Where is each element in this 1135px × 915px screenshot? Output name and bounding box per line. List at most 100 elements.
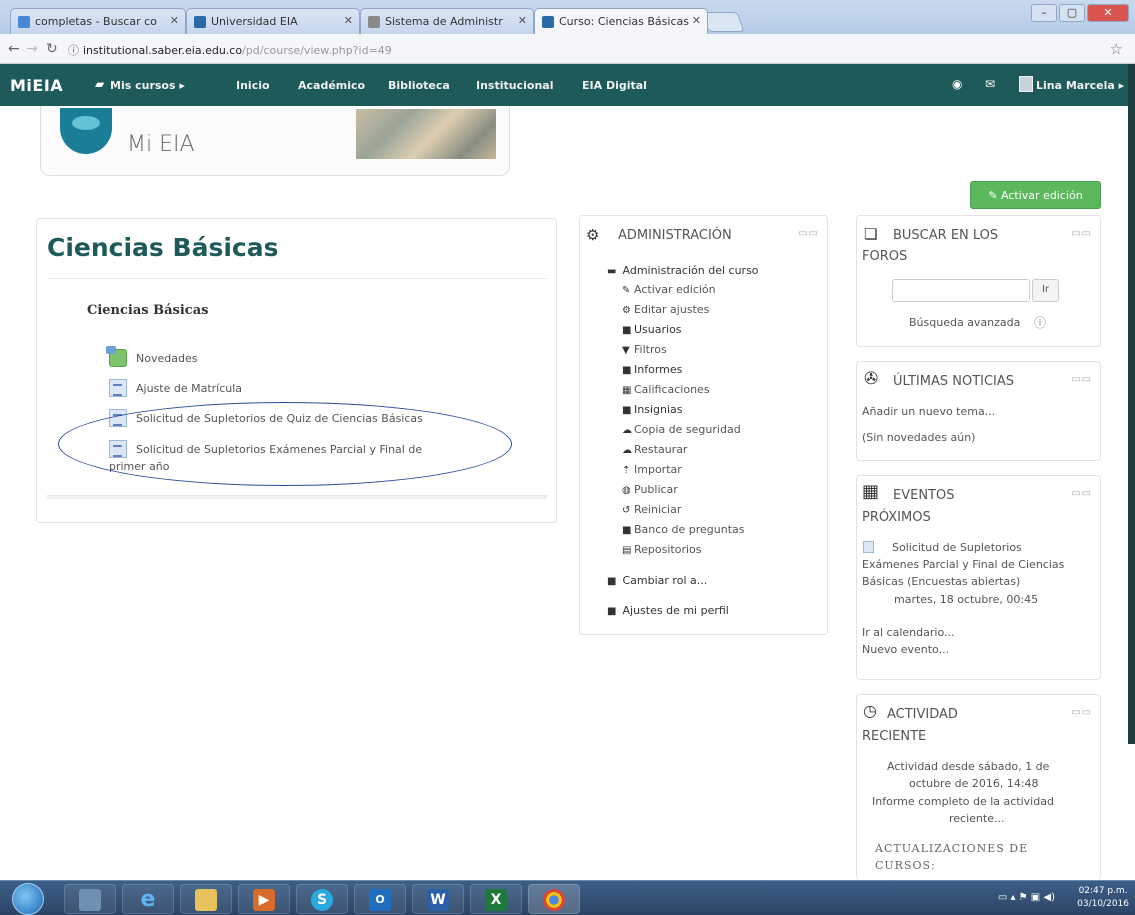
recent-activity-block: ◷ ACTIVIDAD RECIENTE ▭▭ Actividad desde …: [856, 694, 1101, 880]
tree-item[interactable]: ◍ Publicar: [622, 483, 678, 496]
library-icon: [79, 889, 101, 911]
globe-icon: ◍: [622, 485, 631, 496]
go-to-calendar-link[interactable]: Ir al calendario...: [862, 626, 954, 639]
block-controls-icon[interactable]: ▭▭: [1071, 488, 1092, 499]
block-controls-icon[interactable]: ▭▭: [798, 228, 819, 239]
folder-open-icon: ▬: [607, 266, 617, 277]
avatar[interactable]: [1019, 76, 1033, 92]
block-controls-icon[interactable]: ▭▭: [1071, 228, 1092, 239]
taskbar-app[interactable]: S: [296, 884, 348, 914]
tree-item[interactable]: ■ Usuarios: [622, 323, 682, 336]
feedback-icon: [109, 379, 127, 397]
start-button[interactable]: [12, 883, 44, 915]
browser-tab[interactable]: Universidad EIA ✕: [186, 8, 360, 34]
activity-since-line2: octubre de 2016, 14:48: [909, 777, 1039, 790]
block-title: ADMINISTRACIÓN: [618, 228, 732, 243]
close-tab-icon[interactable]: ✕: [518, 14, 527, 27]
forum-search-button[interactable]: Ir: [1032, 279, 1059, 302]
browser-tab-active[interactable]: Curso: Ciencias Básicas ✕: [534, 8, 708, 34]
course-updates-heading: ACTUALIZACIONES DE: [875, 842, 1029, 855]
settings-circle-icon[interactable]: ◉: [952, 77, 962, 91]
activate-editing-button[interactable]: ✎ Activar edición: [970, 181, 1101, 209]
tree-item-profile-settings[interactable]: ■ Ajustes de mi perfil: [607, 604, 729, 617]
forward-arrow-icon[interactable]: →: [26, 41, 38, 57]
tree-item[interactable]: ⚙ Editar ajustes: [622, 303, 709, 316]
tree-item[interactable]: ■ Banco de preguntas: [622, 523, 745, 536]
tree-item[interactable]: ▼ Filtros: [622, 343, 667, 356]
highlight-annotation: [58, 402, 512, 486]
event-link-line3[interactable]: Básicas (Encuestas abiertas): [862, 575, 1020, 588]
nav-item-academico[interactable]: Académico: [298, 79, 365, 92]
outlook-icon: O: [369, 889, 391, 911]
my-courses-menu[interactable]: Mis cursos ▸: [110, 79, 185, 92]
upcoming-events-block: ▦ EVENTOS PRÓXIMOS ▭▭ Solicitud de Suple…: [856, 475, 1101, 680]
latest-news-block: ✇ ÚLTIMAS NOTICIAS ▭▭ Añadir un nuevo te…: [856, 361, 1101, 461]
minimize-icon[interactable]: –: [1031, 4, 1057, 22]
block-controls-icon[interactable]: ▭▭: [1071, 707, 1092, 718]
system-clock[interactable]: 02:47 p.m. 03/10/2016: [1077, 885, 1129, 911]
tree-item-switch-role[interactable]: ■ Cambiar rol a...: [607, 574, 707, 587]
event-link[interactable]: Solicitud de Supletorios: [892, 541, 1022, 554]
close-window-icon[interactable]: ✕: [1087, 4, 1129, 22]
folder-icon: ■: [622, 325, 632, 336]
taskbar-app[interactable]: O: [354, 884, 406, 914]
block-title: EVENTOS: [893, 488, 955, 503]
section-divider: [47, 495, 547, 499]
url-input[interactable]: ⓘ institutional.saber.eia.edu.co/pd/cours…: [68, 39, 1108, 59]
tree-item[interactable]: ⇡ Importar: [622, 463, 682, 476]
system-tray[interactable]: ▭ ▴ ⚑ ▣ ◀): [998, 892, 1055, 903]
grades-icon: ▦: [622, 385, 632, 396]
close-tab-icon[interactable]: ✕: [692, 14, 701, 27]
user-menu[interactable]: Lina Marcela ▸: [1036, 79, 1124, 92]
block-controls-icon[interactable]: ▭▭: [1071, 374, 1092, 385]
backup-icon: ☁: [622, 425, 632, 436]
nav-item-inicio[interactable]: Inicio: [236, 79, 270, 92]
file-explorer-icon: [195, 889, 217, 911]
taskbar-app[interactable]: [64, 884, 116, 914]
close-tab-icon[interactable]: ✕: [344, 14, 353, 27]
page-scrollbar[interactable]: [1128, 64, 1135, 744]
tree-item[interactable]: ▦ Calificaciones: [622, 383, 710, 396]
messages-icon[interactable]: ✉: [985, 77, 995, 91]
add-topic-link[interactable]: Añadir un nuevo tema...: [862, 405, 995, 418]
full-report-link[interactable]: Informe completo de la actividad: [872, 795, 1054, 808]
taskbar-app[interactable]: X: [470, 884, 522, 914]
tree-item[interactable]: ■ Informes: [622, 363, 682, 376]
activity-link[interactable]: Novedades: [136, 352, 197, 365]
address-bar-row: ← → ↻ ⓘ institutional.saber.eia.edu.co/pd…: [0, 34, 1135, 64]
browser-tab[interactable]: Sistema de Administr ✕: [360, 8, 534, 34]
back-arrow-icon[interactable]: ←: [8, 41, 20, 57]
tree-item[interactable]: ☁ Restaurar: [622, 443, 687, 456]
advanced-search-link[interactable]: Búsqueda avanzada: [909, 316, 1020, 329]
event-link-line2[interactable]: Exámenes Parcial y Final de Ciencias: [862, 558, 1064, 571]
nav-item-eia-digital[interactable]: EIA Digital: [582, 79, 647, 92]
taskbar-app[interactable]: e: [122, 884, 174, 914]
tree-item[interactable]: ▤ Repositorios: [622, 543, 702, 556]
event-date: martes, 18 octubre, 00:45: [894, 593, 1039, 606]
forum-search-input[interactable]: [892, 279, 1030, 302]
tree-item[interactable]: ↺ Reiniciar: [622, 503, 681, 516]
close-tab-icon[interactable]: ✕: [170, 14, 179, 27]
tree-item[interactable]: ✎ Activar edición: [622, 283, 716, 296]
taskbar-app-active[interactable]: [528, 884, 580, 914]
browser-tab[interactable]: completas - Buscar co ✕: [10, 8, 186, 34]
nav-item-biblioteca[interactable]: Biblioteca: [388, 79, 450, 92]
activity-link[interactable]: Ajuste de Matrícula: [136, 382, 242, 395]
tree-item[interactable]: ☁ Copia de seguridad: [622, 423, 741, 436]
taskbar-app[interactable]: ▶: [238, 884, 290, 914]
full-report-link-line2[interactable]: reciente...: [949, 812, 1004, 825]
taskbar-app[interactable]: [180, 884, 232, 914]
new-event-link[interactable]: Nuevo evento...: [862, 643, 949, 656]
reload-icon[interactable]: ↻: [46, 41, 58, 57]
site-brand[interactable]: MiEIA: [10, 76, 63, 95]
tree-item[interactable]: ■ Insignias: [622, 403, 683, 416]
taskbar-app[interactable]: W: [412, 884, 464, 914]
bookmark-star-icon[interactable]: ☆: [1110, 40, 1123, 58]
maximize-icon[interactable]: ▢: [1059, 4, 1085, 22]
eia-logo[interactable]: [60, 108, 112, 154]
tab-favicon-icon: [368, 16, 380, 28]
logo-text: Mi EIA: [127, 132, 195, 157]
tree-item-course-admin[interactable]: ▬ Administración del curso: [607, 264, 759, 277]
nav-item-institucional[interactable]: Institucional: [476, 79, 553, 92]
help-icon[interactable]: ⓘ: [1034, 314, 1046, 331]
